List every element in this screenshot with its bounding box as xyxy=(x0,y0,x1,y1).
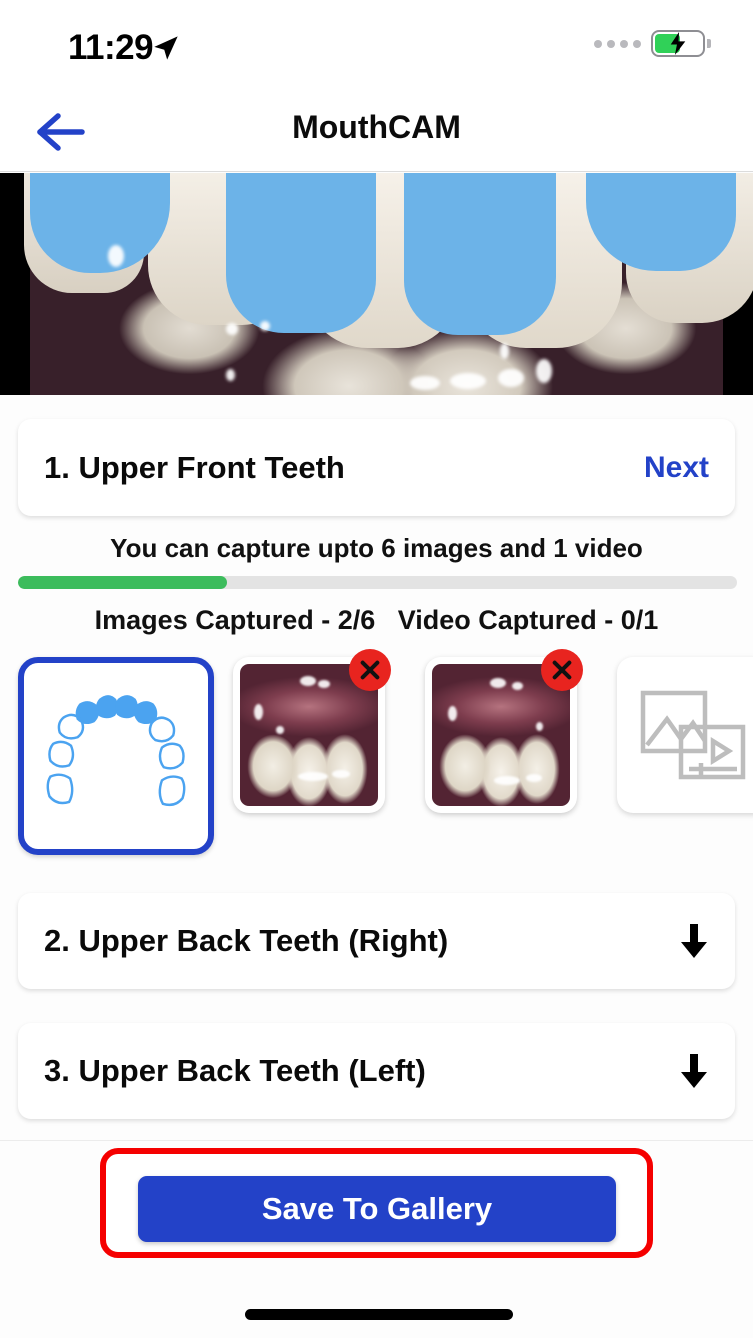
section-card-upper-back-teeth-left[interactable]: 3. Upper Back Teeth (Left) xyxy=(18,1023,735,1119)
capture-hint: You can capture upto 6 images and 1 vide… xyxy=(110,533,643,563)
thumbnail-arch-diagram[interactable] xyxy=(18,657,214,855)
delete-x-icon xyxy=(552,660,572,680)
tooth-overlay-highlight xyxy=(404,173,556,335)
video-placeholder-icon xyxy=(640,690,746,780)
navigation-bar: MouthCAM xyxy=(0,92,753,172)
upper-front-teeth-arch-icon xyxy=(46,695,186,807)
tooth-overlay-highlight xyxy=(226,173,376,333)
save-to-gallery-button[interactable]: Save To Gallery xyxy=(138,1176,616,1242)
status-bar: 11:29 xyxy=(0,0,753,92)
capture-progress-bar xyxy=(18,576,737,589)
down-arrow-icon[interactable] xyxy=(679,1052,709,1090)
app-screen: 11:29 MouthCAM 1. Upper Front Teeth Next… xyxy=(0,0,753,1338)
thumbnail-photo-1[interactable] xyxy=(233,649,391,813)
delete-x-icon xyxy=(360,660,380,680)
status-time: 11:29 xyxy=(68,28,154,67)
thumbnail-strip[interactable] xyxy=(18,649,753,862)
capture-counts: Images Captured - 2/6 Video Captured - 0… xyxy=(0,605,753,636)
signal-dots-icon xyxy=(594,39,641,48)
delete-photo-1-button[interactable] xyxy=(349,649,391,691)
section-title: 2. Upper Back Teeth (Right) xyxy=(44,923,449,958)
home-indicator xyxy=(245,1309,513,1320)
section-title: 1. Upper Front Teeth xyxy=(44,449,345,485)
location-arrow-icon xyxy=(154,36,178,60)
section-title: 3. Upper Back Teeth (Left) xyxy=(44,1053,426,1088)
delete-photo-2-button[interactable] xyxy=(541,649,583,691)
capture-progress-fill xyxy=(18,576,227,589)
video-captured-count: Video Captured - 0/1 xyxy=(397,605,659,635)
next-link[interactable]: Next xyxy=(644,451,709,485)
section-card-upper-front-teeth[interactable]: 1. Upper Front Teeth Next xyxy=(18,419,735,516)
camera-preview-image xyxy=(24,173,753,395)
thumbnail-photo-2[interactable] xyxy=(425,649,583,813)
thumbnail-video-placeholder[interactable] xyxy=(617,657,753,813)
camera-preview[interactable] xyxy=(0,173,753,395)
status-indicators xyxy=(594,30,711,57)
battery-charging-icon xyxy=(651,30,711,57)
footer-divider xyxy=(0,1140,753,1141)
page-title: MouthCAM xyxy=(292,109,461,145)
down-arrow-icon[interactable] xyxy=(679,922,709,960)
images-captured-count: Images Captured - 2/6 xyxy=(94,605,376,635)
section-card-upper-back-teeth-right[interactable]: 2. Upper Back Teeth (Right) xyxy=(18,893,735,989)
